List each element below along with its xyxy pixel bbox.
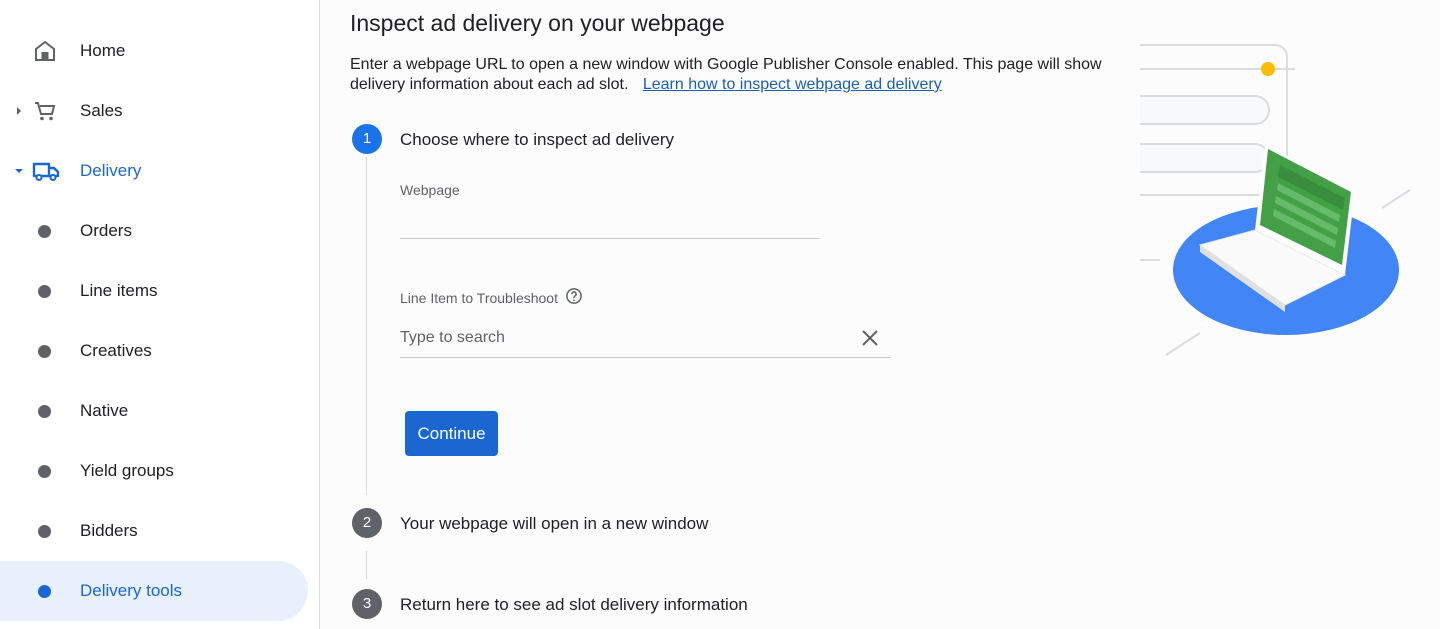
- cart-icon: [35, 102, 56, 121]
- sidebar: Home Sales Delivery Orders Line items Cr…: [0, 0, 320, 629]
- sidebar-item-label: Creatives: [80, 341, 152, 360]
- bullet-icon: [38, 225, 51, 238]
- line-item-search-input[interactable]: [400, 326, 840, 350]
- sidebar-item-label: Delivery: [80, 161, 142, 180]
- webpage-underline: [400, 238, 820, 239]
- sidebar-item-delivery[interactable]: Delivery: [0, 141, 308, 201]
- line-item-underline: [400, 357, 890, 358]
- sidebar-item-label: Yield groups: [80, 461, 174, 480]
- step-3-badge: 3: [352, 589, 382, 619]
- bullet-icon: [38, 585, 51, 598]
- clear-icon[interactable]: [860, 328, 880, 348]
- sidebar-item-home[interactable]: Home: [0, 21, 308, 81]
- line-item-label-text: Line Item to Troubleshoot: [400, 290, 558, 306]
- sidebar-item-orders[interactable]: Orders: [0, 201, 308, 261]
- bullet-icon: [38, 345, 51, 358]
- step-2-label: Your webpage will open in a new window: [400, 514, 709, 533]
- step-1-label: Choose where to inspect ad delivery: [400, 130, 675, 149]
- sidebar-item-label: Orders: [80, 221, 132, 240]
- sidebar-item-sales[interactable]: Sales: [0, 81, 308, 141]
- learn-more-link[interactable]: Learn how to inspect webpage ad delivery: [643, 76, 942, 93]
- continue-button[interactable]: Continue: [405, 411, 498, 456]
- sidebar-item-bidders[interactable]: Bidders: [0, 501, 308, 561]
- stepper-line: [366, 551, 367, 579]
- step-2-badge: 2: [352, 508, 382, 538]
- stepper-line: [366, 157, 367, 495]
- line-item-label: Line Item to Troubleshoot: [400, 287, 583, 306]
- sidebar-item-label: Delivery tools: [80, 581, 183, 600]
- webpage-input[interactable]: [400, 210, 820, 234]
- bullet-icon: [38, 405, 51, 418]
- sidebar-item-label: Line items: [80, 281, 158, 300]
- truck-icon: [32, 162, 60, 181]
- page-description: Enter a webpage URL to open a new window…: [350, 55, 1110, 95]
- step-3-label: Return here to see ad slot delivery info…: [400, 595, 748, 614]
- webpage-label: Webpage: [400, 182, 460, 198]
- bullet-icon: [38, 525, 51, 538]
- sidebar-item-label: Home: [80, 41, 126, 60]
- home-icon: [35, 40, 55, 61]
- deco-line: [1381, 189, 1411, 209]
- main-content: Inspect ad delivery on your webpage Ente…: [320, 0, 1440, 629]
- sidebar-item-delivery-tools[interactable]: Delivery tools: [0, 561, 308, 621]
- sidebar-item-creatives[interactable]: Creatives: [0, 321, 308, 381]
- step-1-badge: 1: [352, 124, 382, 154]
- page-title: Inspect ad delivery on your webpage: [350, 10, 725, 36]
- help-icon[interactable]: [565, 287, 583, 305]
- laptop-illustration: [1140, 44, 1411, 356]
- deco-line: [1165, 332, 1201, 356]
- sidebar-item-label: Sales: [80, 101, 123, 120]
- caret-right-icon[interactable]: [14, 105, 24, 117]
- bullet-icon: [38, 465, 51, 478]
- sidebar-item-yield-groups[interactable]: Yield groups: [0, 441, 308, 501]
- caret-down-icon[interactable]: [14, 165, 24, 177]
- sidebar-item-label: Bidders: [80, 521, 138, 540]
- sidebar-item-label: Native: [80, 401, 129, 420]
- bullet-icon: [38, 285, 51, 298]
- sidebar-item-native[interactable]: Native: [0, 381, 308, 441]
- sidebar-item-line-items[interactable]: Line items: [0, 261, 308, 321]
